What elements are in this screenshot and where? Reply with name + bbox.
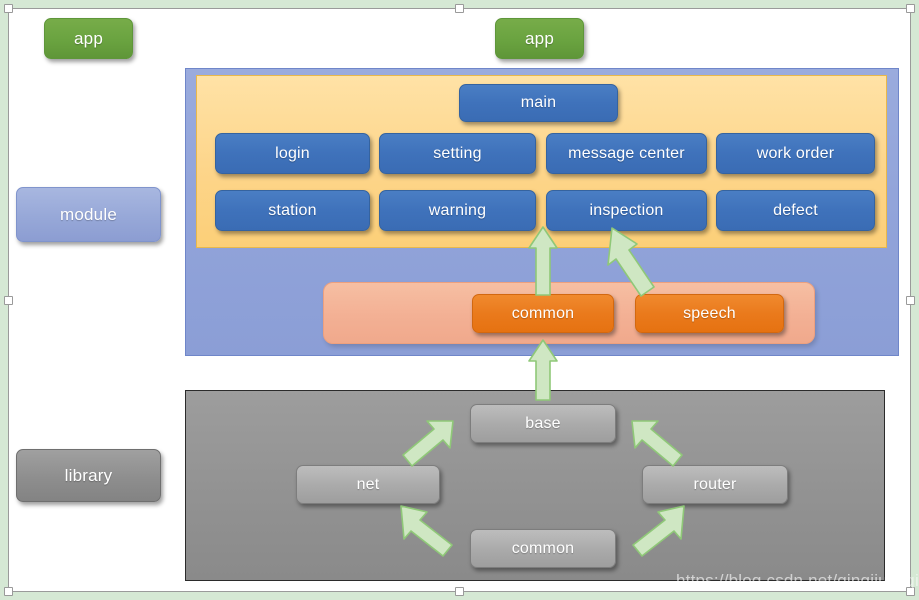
library-button-router[interactable]: router <box>642 465 788 504</box>
module-button-main-label: main <box>520 94 557 111</box>
module-button-work-order-label: work order <box>756 144 835 162</box>
row-label-library-text: library <box>64 465 113 485</box>
selection-handle-top-right[interactable] <box>906 4 915 13</box>
module-button-message-center-label: message center <box>568 144 685 162</box>
common-button-common[interactable]: common <box>472 294 614 333</box>
selection-handle-middle-right[interactable] <box>906 296 915 305</box>
module-button-warning[interactable]: warning <box>379 190 536 231</box>
watermark: https://blog.csdn.net/qingjiu@qingjiu博客 <box>676 566 919 591</box>
row-label-module[interactable]: module <box>16 187 161 242</box>
row-label-module-text: module <box>60 204 117 224</box>
module-button-main[interactable]: main <box>459 84 618 122</box>
common-button-common-label: common <box>511 304 575 322</box>
row-label-app[interactable]: app <box>44 18 133 59</box>
module-button-message-center[interactable]: message center <box>546 133 707 174</box>
app-header-label: app <box>525 28 554 48</box>
app-header-node[interactable]: app <box>495 18 584 59</box>
module-button-inspection[interactable]: inspection <box>546 190 707 231</box>
watermark-url: https://blog.csdn.net/qingjiu <box>676 571 888 590</box>
module-button-setting[interactable]: setting <box>379 133 536 174</box>
module-button-login-label: login <box>275 144 310 162</box>
watermark-handle: @qingjiu <box>887 571 919 590</box>
module-button-setting-label: setting <box>433 144 482 162</box>
common-button-speech[interactable]: speech <box>635 294 784 333</box>
selection-handle-bottom-center[interactable] <box>455 587 464 596</box>
diagram-canvas: app module library app main login settin… <box>0 0 919 600</box>
module-button-login[interactable]: login <box>215 133 370 174</box>
module-button-defect-label: defect <box>773 201 818 219</box>
module-button-inspection-label: inspection <box>589 201 664 219</box>
module-button-warning-label: warning <box>428 201 487 219</box>
row-label-app-text: app <box>74 28 103 48</box>
library-button-base[interactable]: base <box>470 404 616 443</box>
library-button-net[interactable]: net <box>296 465 440 504</box>
module-button-work-order[interactable]: work order <box>716 133 875 174</box>
common-button-speech-label: speech <box>683 304 736 322</box>
selection-handle-bottom-left[interactable] <box>4 587 13 596</box>
library-button-net-label: net <box>356 475 380 493</box>
module-button-station-label: station <box>268 201 317 219</box>
module-button-station[interactable]: station <box>215 190 370 231</box>
library-button-base-label: base <box>525 414 561 432</box>
row-label-library[interactable]: library <box>16 449 161 502</box>
module-button-defect[interactable]: defect <box>716 190 875 231</box>
library-button-router-label: router <box>693 475 737 493</box>
selection-handle-top-left[interactable] <box>4 4 13 13</box>
selection-handle-top-center[interactable] <box>455 4 464 13</box>
library-button-common-label: common <box>511 539 575 557</box>
library-button-common[interactable]: common <box>470 529 616 568</box>
selection-handle-middle-left[interactable] <box>4 296 13 305</box>
